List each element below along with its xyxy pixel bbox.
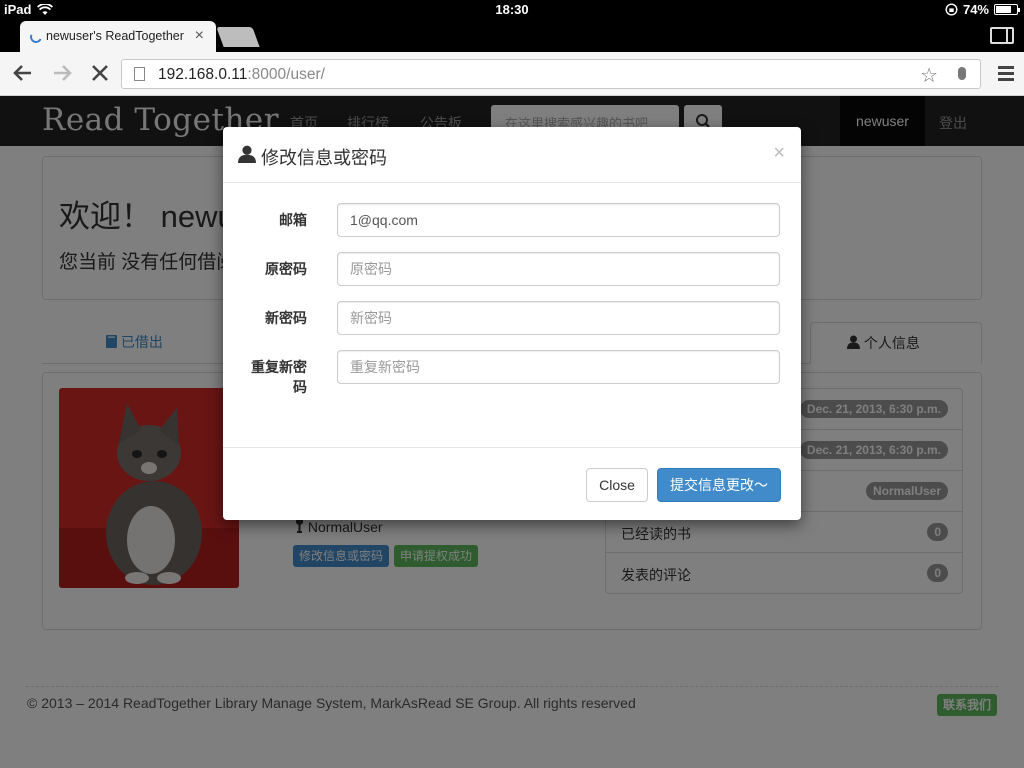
browser-tab[interactable]: newuser's ReadTogether × (20, 21, 216, 52)
new-password-label: 新密码 (265, 310, 307, 326)
status-bar: iPad 18:30 74% (0, 0, 1024, 20)
new-password-field[interactable] (337, 301, 780, 335)
modal-header: 修改信息或密码 × (223, 127, 801, 183)
close-button[interactable]: Close (586, 468, 648, 502)
address-bar[interactable]: 192.168.0.11:8000/user/ ☆ (121, 59, 981, 89)
modal-title: 修改信息或密码 (261, 148, 387, 168)
sidebar-toggle-icon[interactable] (990, 27, 1014, 44)
repeat-password-field[interactable] (337, 350, 780, 384)
stop-icon[interactable] (90, 62, 110, 84)
tab-strip: newuser's ReadTogether × (0, 20, 1024, 52)
email-field[interactable] (337, 203, 780, 237)
web-page: Read Together 首页 排行榜 公告板 在这里搜索感兴趣的书吧 new… (0, 96, 1024, 768)
url-path: :8000/user/ (247, 66, 325, 83)
url-text[interactable]: 192.168.0.11:8000/user/ (158, 66, 325, 84)
modal-footer: Close 提交信息更改～ (223, 447, 801, 520)
close-icon[interactable]: × (773, 143, 785, 163)
rotation-lock-icon (945, 3, 958, 16)
browser-toolbar: 192.168.0.11:8000/user/ ☆ (0, 52, 1024, 96)
mic-icon[interactable] (958, 67, 966, 80)
battery-icon (994, 4, 1020, 15)
old-password-field[interactable] (337, 252, 780, 286)
clock: 18:30 (495, 2, 529, 17)
user-icon (238, 145, 256, 163)
tab-title: newuser's ReadTogether (46, 29, 184, 43)
page-icon (134, 67, 145, 81)
old-password-label: 原密码 (265, 261, 307, 277)
url-host: 192.168.0.11 (158, 66, 248, 83)
battery-percent: 74% (962, 2, 989, 17)
repeat-password-label: 重复新密码 (251, 359, 307, 395)
star-icon[interactable]: ☆ (920, 63, 938, 88)
new-tab-button[interactable] (216, 27, 260, 47)
edit-info-modal: 修改信息或密码 × 邮箱 原密码 新密码 重复新密码 Close 提交信息更改～ (223, 127, 801, 520)
forward-arrow-icon[interactable] (51, 62, 73, 84)
loading-spinner-icon (28, 29, 44, 45)
back-arrow-icon[interactable] (12, 62, 34, 84)
email-label: 邮箱 (279, 212, 307, 228)
tab-close-icon[interactable]: × (195, 27, 204, 45)
submit-changes-button[interactable]: 提交信息更改～ (657, 468, 781, 502)
menu-icon[interactable] (998, 66, 1014, 84)
